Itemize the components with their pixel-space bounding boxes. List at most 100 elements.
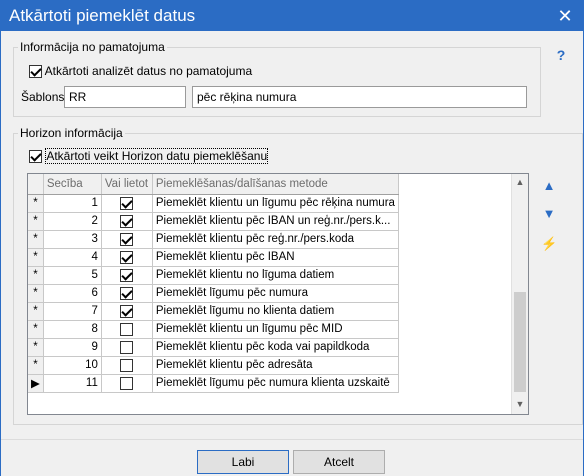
use-cell[interactable]	[101, 374, 153, 393]
row-indicator: *	[28, 230, 44, 249]
row-indicator: *	[28, 320, 44, 339]
row-indicator-header	[28, 174, 44, 195]
use-checkbox[interactable]	[120, 286, 134, 300]
horizon-legend: Horizon informācija	[18, 126, 125, 140]
basis-legend: Informācija no pamatojuma	[18, 40, 167, 54]
method-cell[interactable]: Piemeklēt līgumu pēc numura	[152, 284, 399, 303]
table-row[interactable]: ▶ 11 Piemeklēt līgumu pēc numura klienta u…	[28, 374, 399, 393]
table-row[interactable]: * 4 Piemeklēt klientu pēc IBAN	[28, 248, 399, 267]
method-cell[interactable]: Piemeklēt klientu un līgumu pēc MID	[152, 320, 399, 339]
rematch-label: Atkārtoti veikt Horizon datu piemeklēšan…	[45, 148, 269, 164]
close-icon[interactable]: ✕	[553, 5, 577, 27]
move-up-icon[interactable]: ▲	[541, 178, 557, 194]
table-row[interactable]: * 5 Piemeklēt klientu no līguma datiem	[28, 266, 399, 285]
use-checkbox[interactable]	[120, 250, 134, 264]
move-down-icon[interactable]: ▼	[541, 206, 557, 222]
cancel-button[interactable]: Atcelt	[293, 450, 385, 474]
scroll-down-arrow-icon[interactable]: ▼	[512, 396, 528, 413]
use-checkbox[interactable]	[120, 322, 134, 336]
row-indicator: *	[28, 302, 44, 321]
column-header-order[interactable]: Secība	[43, 174, 102, 195]
method-cell[interactable]: Piemeklēt klientu pēc reģ.nr./pers.koda	[152, 230, 399, 249]
use-cell[interactable]	[101, 248, 153, 267]
scroll-up-arrow-icon[interactable]: ▲	[512, 174, 528, 191]
methods-grid: Secība Vai lietot Piemeklēšanas/dalīšana…	[27, 173, 529, 415]
scroll-thumb[interactable]	[514, 292, 526, 392]
row-indicator: *	[28, 356, 44, 375]
use-checkbox[interactable]	[120, 214, 134, 228]
method-cell[interactable]: Piemeklēt līgumu no klienta datiem	[152, 302, 399, 321]
reanalyze-option[interactable]: Atkārtoti analizēt datus no pamatojuma	[29, 64, 253, 79]
order-cell[interactable]: 7	[43, 302, 102, 321]
column-header-use[interactable]: Vai lietot	[101, 174, 153, 195]
title-bar: Atkārtoti piemeklēt datus ✕	[1, 1, 583, 31]
method-cell[interactable]: Piemeklēt klientu no līguma datiem	[152, 266, 399, 285]
row-indicator: *	[28, 338, 44, 357]
use-cell[interactable]	[101, 230, 153, 249]
order-cell[interactable]: 2	[43, 212, 102, 231]
use-cell[interactable]	[101, 338, 153, 357]
use-checkbox[interactable]	[120, 232, 134, 246]
use-checkbox[interactable]	[120, 304, 134, 318]
order-cell[interactable]: 10	[43, 356, 102, 375]
use-cell[interactable]	[101, 194, 153, 213]
auto-arrange-bolt-icon[interactable]: ⚡	[541, 236, 557, 252]
use-checkbox[interactable]	[120, 196, 134, 210]
grid-vertical-scrollbar[interactable]: ▲ ▼	[511, 174, 528, 414]
order-cell[interactable]: 4	[43, 248, 102, 267]
template-code-field[interactable]: RR	[64, 86, 186, 108]
order-cell[interactable]: 5	[43, 266, 102, 285]
order-cell[interactable]: 3	[43, 230, 102, 249]
use-cell[interactable]	[101, 320, 153, 339]
ok-button[interactable]: Labi	[197, 450, 289, 474]
method-cell[interactable]: Piemeklēt klientu pēc IBAN	[152, 248, 399, 267]
row-indicator: *	[28, 194, 44, 213]
method-cell[interactable]: Piemeklēt līgumu pēc numura klienta uzsk…	[152, 374, 399, 393]
use-checkbox[interactable]	[120, 340, 134, 354]
table-header-row: Secība Vai lietot Piemeklēšanas/dalīšana…	[28, 174, 399, 195]
table-row[interactable]: * 8 Piemeklēt klientu un līgumu pēc MID	[28, 320, 399, 339]
use-cell[interactable]	[101, 212, 153, 231]
order-cell[interactable]: 8	[43, 320, 102, 339]
row-indicator: *	[28, 248, 44, 267]
method-cell[interactable]: Piemeklēt klientu pēc koda vai papildkod…	[152, 338, 399, 357]
order-cell[interactable]: 1	[43, 194, 102, 213]
order-cell[interactable]: 9	[43, 338, 102, 357]
use-checkbox[interactable]	[120, 268, 134, 282]
table-row[interactable]: * 1 Piemeklēt klientu un līgumu pēc rēķina…	[28, 194, 399, 213]
column-header-method[interactable]: Piemeklēšanas/dalīšanas metode	[152, 174, 399, 195]
method-cell[interactable]: Piemeklēt klientu un līgumu pēc rēķina n…	[152, 194, 399, 213]
row-indicator: *	[28, 266, 44, 285]
use-checkbox[interactable]	[120, 376, 134, 390]
order-cell[interactable]: 11	[43, 374, 102, 393]
rematch-option[interactable]: Atkārtoti veikt Horizon datu piemeklēšan…	[29, 148, 269, 164]
table-row[interactable]: * 9 Piemeklēt klientu pēc koda vai papildk…	[28, 338, 399, 357]
table-row[interactable]: * 3 Piemeklēt klientu pēc reģ.nr./pers.kod…	[28, 230, 399, 249]
template-name-field[interactable]: pēc rēķina numura	[192, 86, 527, 108]
table-row[interactable]: * 7 Piemeklēt līgumu no klienta datiem	[28, 302, 399, 321]
table-body: * 1 Piemeklēt klientu un līgumu pēc rēķina…	[28, 194, 399, 393]
table-row[interactable]: * 10 Piemeklēt klientu pēc adresāta	[28, 356, 399, 375]
use-cell[interactable]	[101, 356, 153, 375]
row-indicator: ▶	[28, 374, 44, 393]
help-icon[interactable]: ?	[553, 47, 569, 63]
rematch-checkbox[interactable]	[29, 150, 42, 164]
methods-table: Secība Vai lietot Piemeklēšanas/dalīšana…	[28, 174, 399, 393]
use-checkbox[interactable]	[120, 358, 134, 372]
use-cell[interactable]	[101, 266, 153, 285]
reanalyze-checkbox[interactable]	[29, 65, 42, 79]
row-indicator: *	[28, 284, 44, 303]
dialog-window: Atkārtoti piemeklēt datus ✕ Informācija …	[0, 0, 584, 476]
table-row[interactable]: * 2 Piemeklēt klientu pēc IBAN un reģ.nr./…	[28, 212, 399, 231]
dialog-footer: Labi Atcelt	[1, 439, 583, 476]
method-cell[interactable]: Piemeklēt klientu pēc adresāta	[152, 356, 399, 375]
table-row[interactable]: * 6 Piemeklēt līgumu pēc numura	[28, 284, 399, 303]
use-cell[interactable]	[101, 284, 153, 303]
window-title: Atkārtoti piemeklēt datus	[9, 6, 196, 25]
method-cell[interactable]: Piemeklēt klientu pēc IBAN un reģ.nr./pe…	[152, 212, 399, 231]
row-indicator: *	[28, 212, 44, 231]
order-cell[interactable]: 6	[43, 284, 102, 303]
use-cell[interactable]	[101, 302, 153, 321]
reanalyze-label: Atkārtoti analizēt datus no pamatojuma	[44, 64, 253, 78]
template-label: Šablons	[21, 90, 65, 104]
